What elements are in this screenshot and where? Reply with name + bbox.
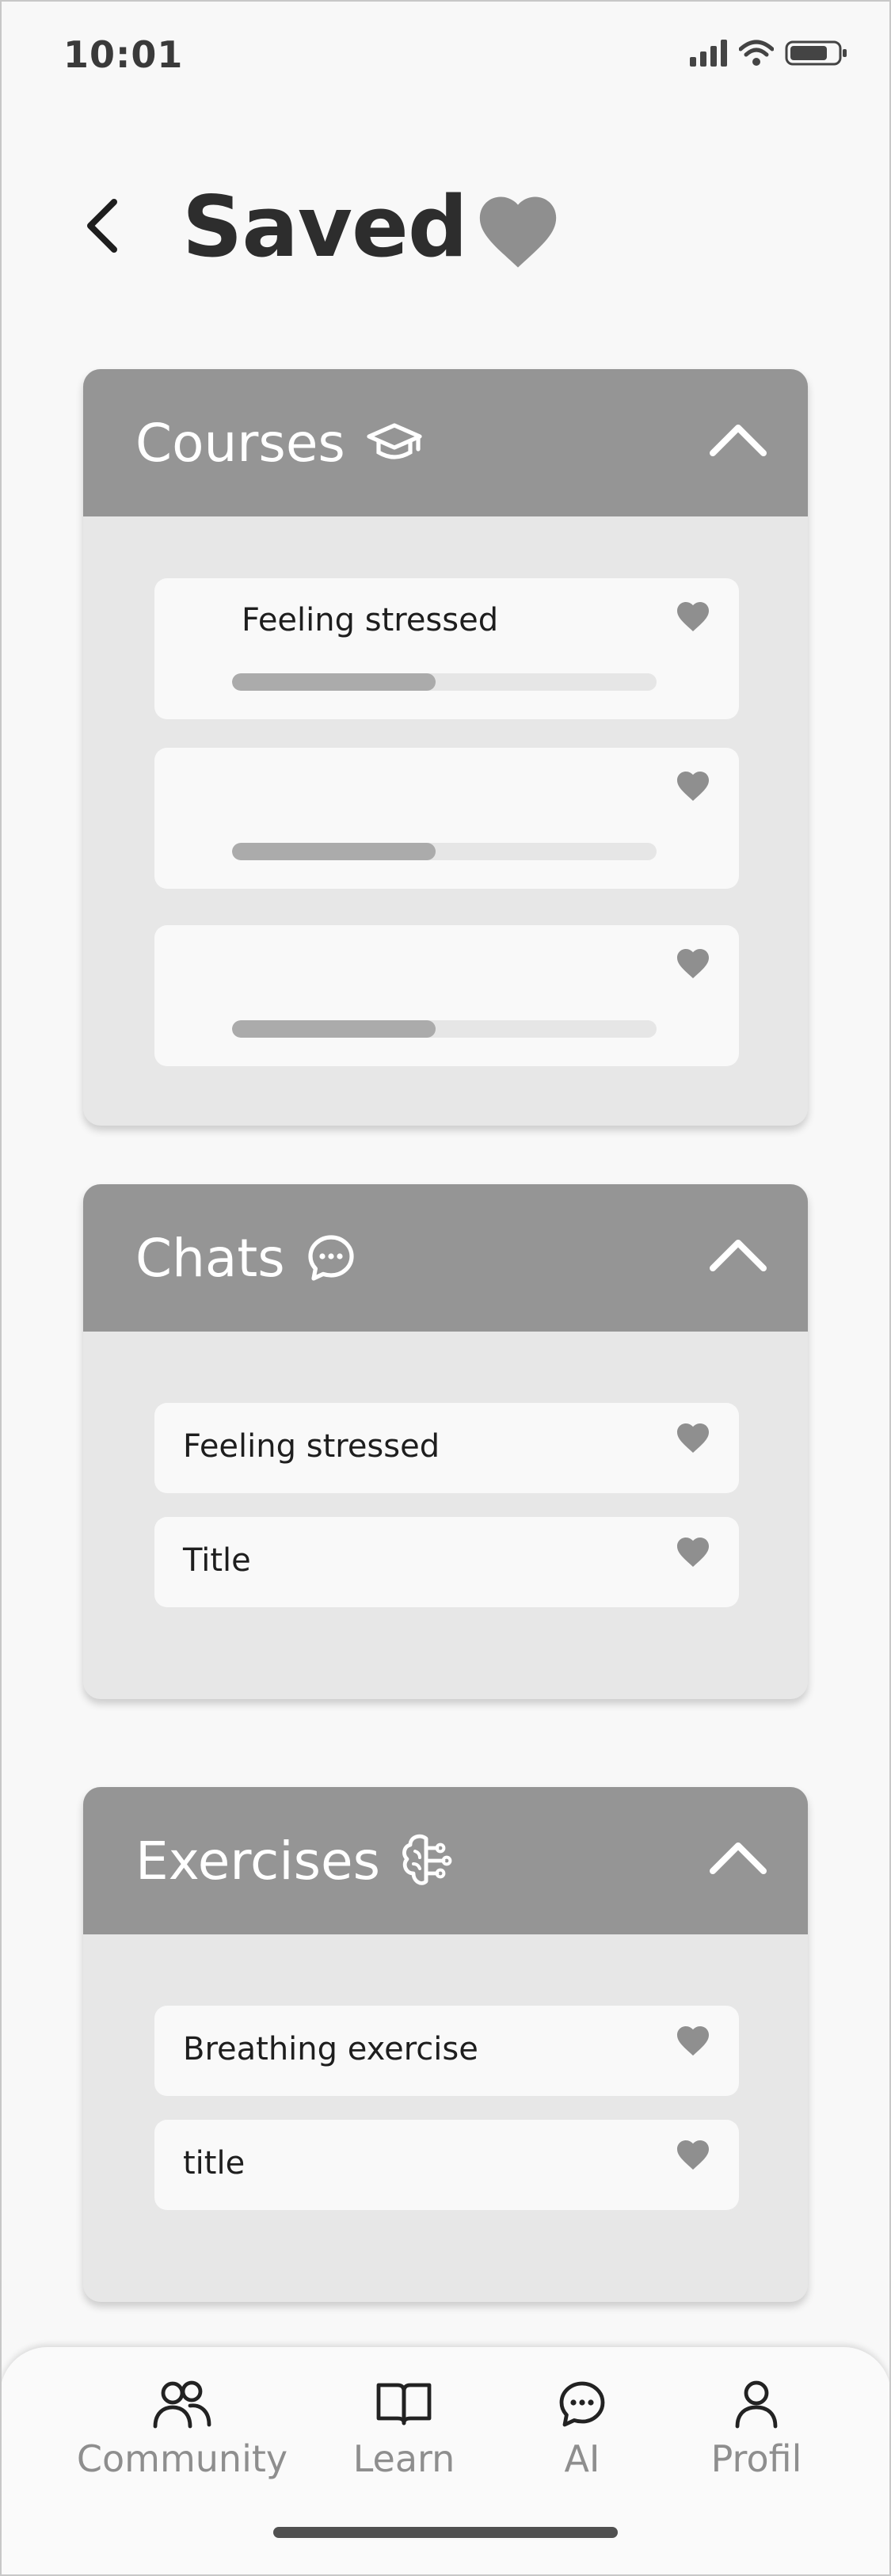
course-card[interactable]: Feeling stressed [154, 578, 739, 719]
courses-section: Courses Feeling stressed [83, 369, 808, 1126]
chats-section: Chats Feeling stressed Title [83, 1184, 808, 1699]
nav-label: AI [564, 2437, 600, 2480]
progress-fill [232, 1020, 436, 1038]
heart-icon[interactable] [674, 1533, 712, 1568]
heart-icon[interactable] [674, 597, 712, 632]
nav-item-learn[interactable]: Learn [337, 2379, 471, 2480]
exercise-card-title: title [183, 2145, 246, 2182]
collapse-button[interactable] [706, 1827, 770, 1890]
chat-bubble-icon [306, 1233, 356, 1283]
chats-section-header[interactable]: Chats [83, 1184, 808, 1332]
back-button[interactable] [79, 194, 127, 257]
heart-icon[interactable] [674, 2136, 712, 2170]
battery-icon [785, 40, 847, 66]
collapse-button[interactable] [706, 1224, 770, 1287]
section-title: Courses [135, 412, 345, 474]
heart-icon[interactable] [674, 1419, 712, 1454]
heart-icon [479, 196, 556, 268]
progress-fill [232, 673, 436, 691]
chat-card[interactable]: Feeling stressed [154, 1403, 739, 1493]
progress-bar [232, 1020, 657, 1038]
progress-bar [232, 673, 657, 691]
book-icon [376, 2383, 432, 2425]
progress-fill [232, 843, 436, 860]
chat-card-title: Feeling stressed [183, 1428, 440, 1465]
bottom-nav: Community Learn AI Profil [0, 2347, 891, 2576]
heart-icon[interactable] [674, 767, 712, 802]
exercise-card-title: Breathing exercise [183, 2031, 478, 2067]
section-title: Exercises [135, 1830, 381, 1892]
user-icon [735, 2380, 778, 2429]
chat-bubble-icon [559, 2381, 605, 2427]
chat-card-title: Title [183, 1542, 251, 1579]
page-title-text: Saved [182, 178, 468, 276]
brain-icon [401, 1832, 453, 1889]
graduation-cap-icon [366, 419, 423, 467]
chevron-left-icon [87, 199, 117, 253]
nav-item-community[interactable]: Community [71, 2379, 293, 2480]
heart-icon[interactable] [674, 944, 712, 979]
progress-bar [232, 843, 657, 860]
collapse-button[interactable] [706, 409, 770, 472]
course-card-title: Feeling stressed [242, 602, 499, 638]
chevron-up-icon [710, 1842, 767, 1874]
chat-card[interactable]: Title [154, 1517, 739, 1607]
course-card[interactable] [154, 925, 739, 1066]
nav-label: Learn [352, 2437, 455, 2480]
nav-item-profil[interactable]: Profil [689, 2379, 824, 2480]
nav-label: Community [76, 2437, 288, 2480]
chevron-up-icon [710, 1240, 767, 1271]
exercise-card[interactable]: title [154, 2120, 739, 2210]
exercise-card[interactable]: Breathing exercise [154, 2006, 739, 2096]
section-title: Chats [135, 1227, 285, 1289]
wifi-icon [739, 40, 774, 66]
home-indicator [273, 2527, 618, 2538]
community-icon [153, 2380, 211, 2429]
exercises-section: Exercises Breathing exercise title [83, 1787, 808, 2302]
chevron-up-icon [710, 425, 767, 456]
nav-item-ai[interactable]: AI [535, 2379, 630, 2480]
courses-section-header[interactable]: Courses [83, 369, 808, 516]
heart-icon[interactable] [674, 2022, 712, 2056]
nav-label: Profil [710, 2437, 802, 2480]
course-card[interactable] [154, 748, 739, 889]
page-title: Saved [182, 178, 564, 276]
status-icons [690, 40, 848, 67]
exercises-section-header[interactable]: Exercises [83, 1787, 808, 1934]
status-time: 10:01 [63, 33, 184, 76]
signal-icon [690, 40, 727, 67]
